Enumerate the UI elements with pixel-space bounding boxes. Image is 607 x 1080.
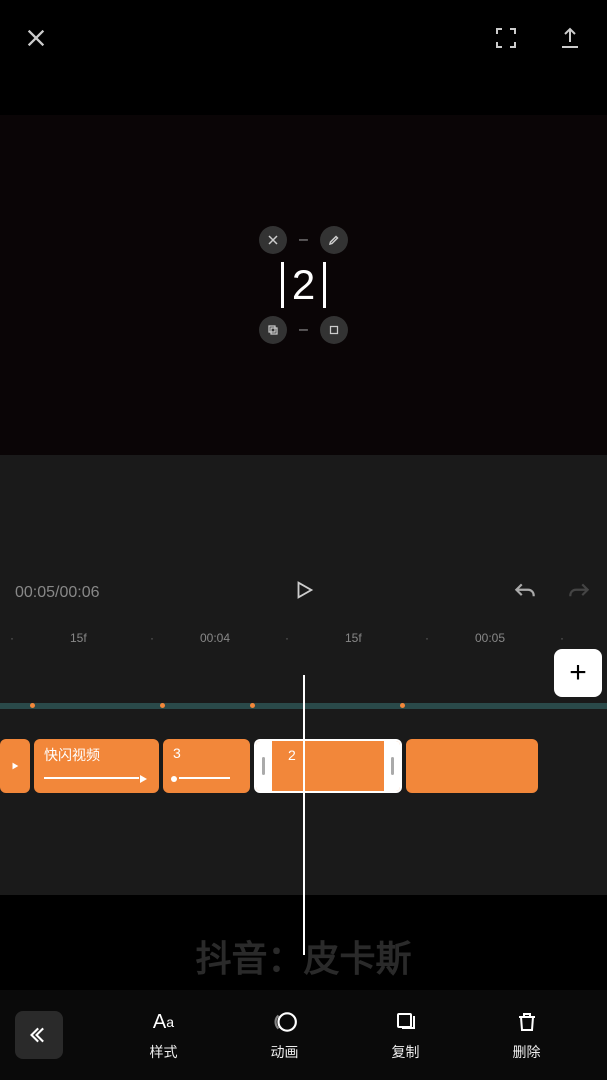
play-button[interactable] [293,579,315,606]
export-button[interactable] [558,26,582,50]
clip-selected[interactable]: 2 [254,739,402,793]
toolbar-label: 样式 [150,1042,178,1062]
overlay-text[interactable]: 2 [281,262,326,308]
redo-button [566,580,592,606]
add-clip-button[interactable]: + [554,649,602,697]
time-display: 00:05/00:06 [15,584,100,602]
overlay-copy-icon[interactable] [259,316,287,344]
toolbar-label: 复制 [392,1042,420,1062]
style-button[interactable]: Aa 样式 [150,1008,178,1062]
delete-button[interactable]: 删除 [513,1008,541,1062]
close-button[interactable] [25,27,47,49]
ruler-mark: 15f [345,631,362,645]
overlay-edit-icon[interactable] [320,226,348,254]
collapse-button[interactable] [15,1011,63,1059]
clip[interactable] [0,739,30,793]
bottom-toolbar: Aa 样式 动画 复制 删除 [0,990,607,1080]
overlay-rotate-icon[interactable] [320,316,348,344]
text-overlay[interactable]: – 2 – [259,226,348,344]
ruler-mark: 15f [70,631,87,645]
toolbar-label: 动画 [271,1042,299,1062]
overlay-dash: – [299,321,308,339]
overlay-delete-icon[interactable] [259,226,287,254]
fullscreen-button[interactable] [494,26,518,50]
animation-button[interactable]: 动画 [271,1008,299,1062]
ruler-mark: 00:04 [200,631,230,645]
timeline-ruler[interactable]: · 15f · 00:04 · 15f · 00:05 · [0,620,607,655]
video-preview[interactable]: – 2 – [0,115,607,455]
clip[interactable]: 快闪视频 [34,739,159,793]
toolbar-label: 删除 [513,1042,541,1062]
ruler-mark: 00:05 [475,631,505,645]
playhead[interactable] [303,675,305,955]
clip-label: 快闪视频 [44,745,100,765]
undo-button[interactable] [512,580,538,606]
clip-label: 2 [288,747,296,763]
clip[interactable]: 3 [163,739,250,793]
copy-button[interactable]: 复制 [392,1008,420,1062]
overlay-dash: – [299,231,308,249]
playback-bar: 00:05/00:06 [0,565,607,620]
clip-label: 3 [173,745,181,761]
clip[interactable] [406,739,538,793]
